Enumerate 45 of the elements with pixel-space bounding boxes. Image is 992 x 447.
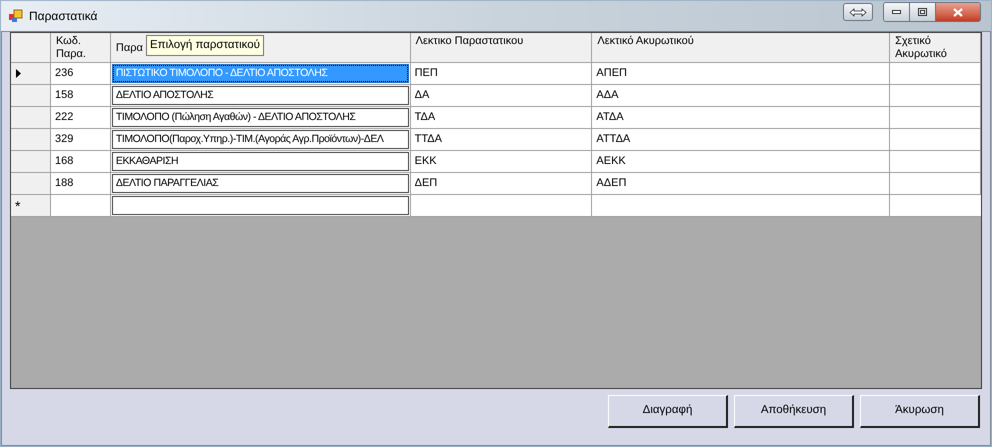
- table-cell: 158: [50, 85, 111, 106]
- close-button[interactable]: [936, 3, 980, 21]
- action-button[interactable]: Αποθήκευση: [734, 395, 854, 428]
- action-button[interactable]: Διαγραφή: [608, 395, 728, 428]
- table-cell: 236: [50, 63, 111, 84]
- combo-box-cell[interactable]: ΔΕΛΤΙΟ ΠΑΡΑΓΓΕΛΙΑΣ: [112, 174, 409, 193]
- combo-box-cell[interactable]: ΤΙΜΟΛΟΠΟ (Πώληση Αγαθών) - ΔΕΛΤΙΟ ΑΠΟΣΤΟΛΗΣ: [112, 108, 409, 127]
- row-header[interactable]: [11, 63, 51, 84]
- window-title: Παραστατικά: [29, 8, 98, 25]
- table-cell: ΑΤΤΔΑ: [592, 129, 890, 150]
- double-arrow-icon: [849, 8, 867, 16]
- table-cell: ΕΚΚ: [410, 151, 592, 172]
- table-cell: ΤΤΔΑ: [410, 129, 592, 150]
- table-cell: ΤΔΑ: [410, 107, 592, 128]
- resize-button[interactable]: [843, 3, 873, 21]
- table-cell: ΑΠΕΠ: [592, 63, 890, 84]
- combo-box-cell[interactable]: ΤΙΜΟΛΟΠΟ(Παροχ.Υπηρ.)-ΤΙΜ.(Αγοράς Αγρ.Προϊόντων)-ΔΕΛ: [112, 130, 409, 149]
- app-icon: [9, 9, 23, 23]
- table-cell: ΑΔΕΠ: [592, 173, 890, 194]
- table-cell: 168: [50, 151, 111, 172]
- tooltip: Επιλογή παρστατικού: [146, 35, 264, 56]
- combo-box-cell[interactable]: [112, 196, 409, 215]
- maximize-icon: [918, 8, 927, 16]
- table-cell: 329: [50, 129, 111, 150]
- column-header[interactable]: Λεκτικο Παραστατικου: [410, 33, 592, 62]
- table-cell: 188: [50, 173, 111, 194]
- minimize-icon: [892, 10, 901, 14]
- column-header[interactable]: Λεκτικό Ακυρωτικού: [592, 33, 890, 62]
- table-cell: ΠΕΠ: [410, 63, 592, 84]
- column-header[interactable]: Σχετικό Ακυρωτικό: [890, 33, 981, 62]
- maximize-button[interactable]: [910, 3, 936, 21]
- table-cell: ΑΤΔΑ: [592, 107, 890, 128]
- table-cell: ΔΕΠ: [410, 173, 592, 194]
- table-cell: ΑΔΑ: [592, 85, 890, 106]
- action-button[interactable]: Άκυρωση: [860, 395, 980, 428]
- table-cell: ΑΕΚΚ: [592, 151, 890, 172]
- new-row-marker: *: [15, 198, 20, 212]
- table-cell: ΔΑ: [410, 85, 592, 106]
- column-header[interactable]: Κωδ. Παρα.: [50, 33, 111, 62]
- minimize-button[interactable]: [884, 3, 910, 21]
- current-row-icon: [16, 69, 21, 78]
- combo-box-cell[interactable]: ΔΕΛΤΙΟ ΑΠΟΣΤΟΛΗΣ: [112, 86, 409, 105]
- close-icon: [953, 8, 963, 16]
- table-cell: 222: [50, 107, 111, 128]
- combo-box-cell[interactable]: ΕΚΚΑΘΑΡΙΣΗ: [112, 152, 409, 171]
